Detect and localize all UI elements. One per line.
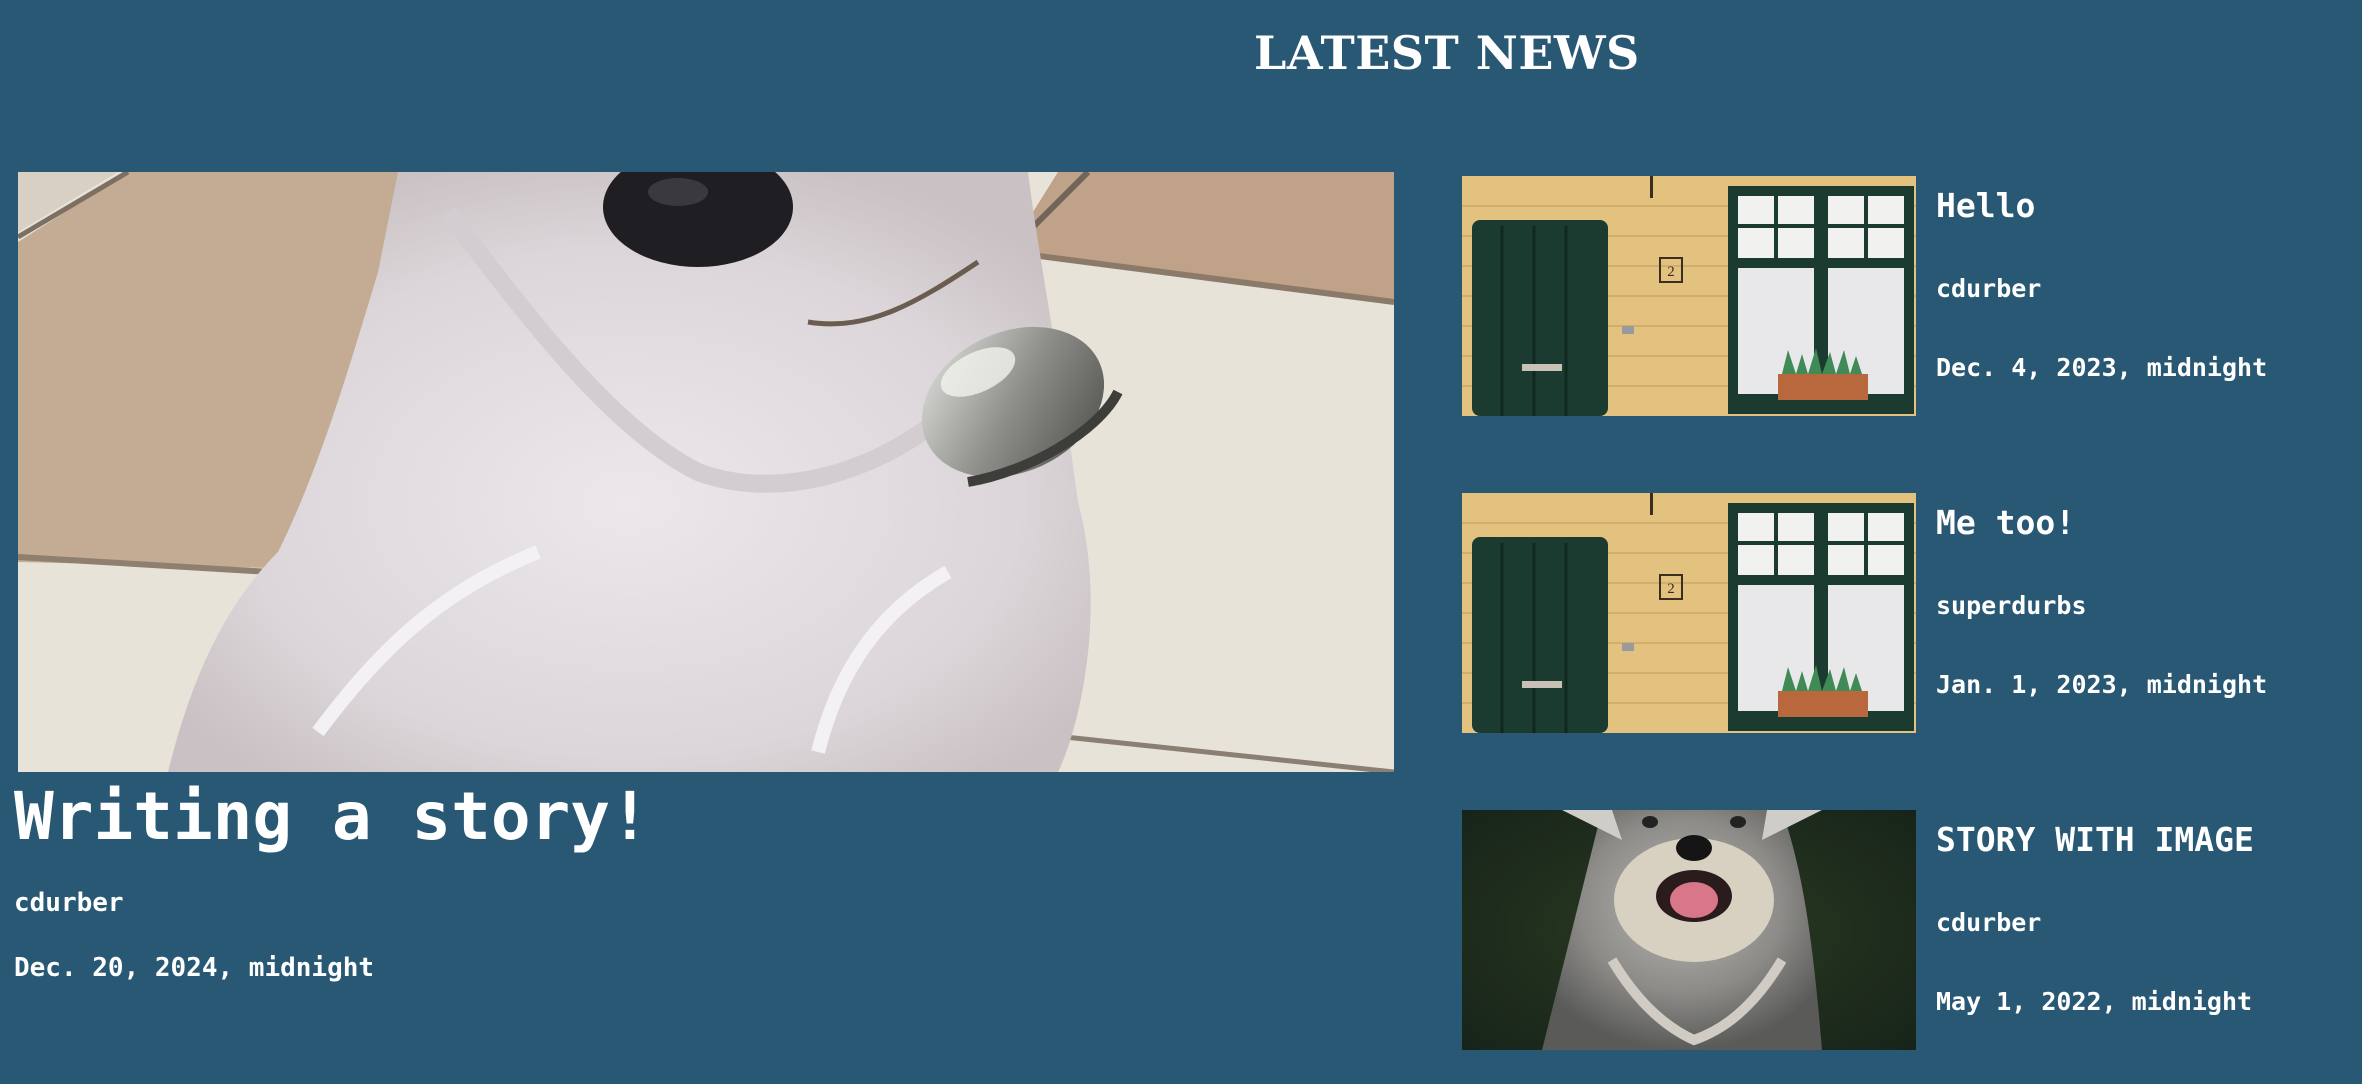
story-author: superdurbs	[1936, 591, 2087, 620]
story-title[interactable]: Hello	[1936, 186, 2035, 225]
featured-story-date: Dec. 20, 2024, midnight	[14, 953, 375, 983]
story-thumbnail[interactable]: 2	[1462, 493, 1916, 733]
house-facade-photo: 2	[1462, 493, 1916, 733]
story-title[interactable]: STORY WITH IMAGE	[1936, 820, 2254, 859]
featured-story-title[interactable]: Writing a story!	[14, 778, 650, 855]
story-thumbnail[interactable]: 2	[1462, 176, 1916, 416]
schnauzer-dog-photo	[1462, 810, 1916, 1050]
house-facade-photo: 2	[1462, 176, 1916, 416]
story-title[interactable]: Me too!	[1936, 503, 2075, 542]
featured-story-image[interactable]	[18, 172, 1394, 772]
story-card: 2 Hello cdurber Dec. 4, 2023, midnight	[1462, 176, 2342, 416]
story-date: Jan. 1, 2023, midnight	[1936, 670, 2268, 699]
white-dog-with-bell-photo	[18, 172, 1394, 772]
story-card: STORY WITH IMAGE cdurber May 1, 2022, mi…	[1462, 810, 2342, 1050]
featured-story-author: cdurber	[14, 888, 124, 918]
door-number: 2	[1667, 581, 1675, 597]
story-author: cdurber	[1936, 274, 2042, 303]
story-card: 2 Me too! superdurbs Jan. 1, 2023, midni…	[1462, 493, 2342, 733]
story-date: Dec. 4, 2023, midnight	[1936, 353, 2268, 382]
page-title: LATEST NEWS	[1254, 26, 1640, 80]
story-author: cdurber	[1936, 908, 2042, 937]
door-number: 2	[1667, 264, 1675, 280]
story-date: May 1, 2022, midnight	[1936, 987, 2253, 1016]
story-thumbnail[interactable]	[1462, 810, 1916, 1050]
